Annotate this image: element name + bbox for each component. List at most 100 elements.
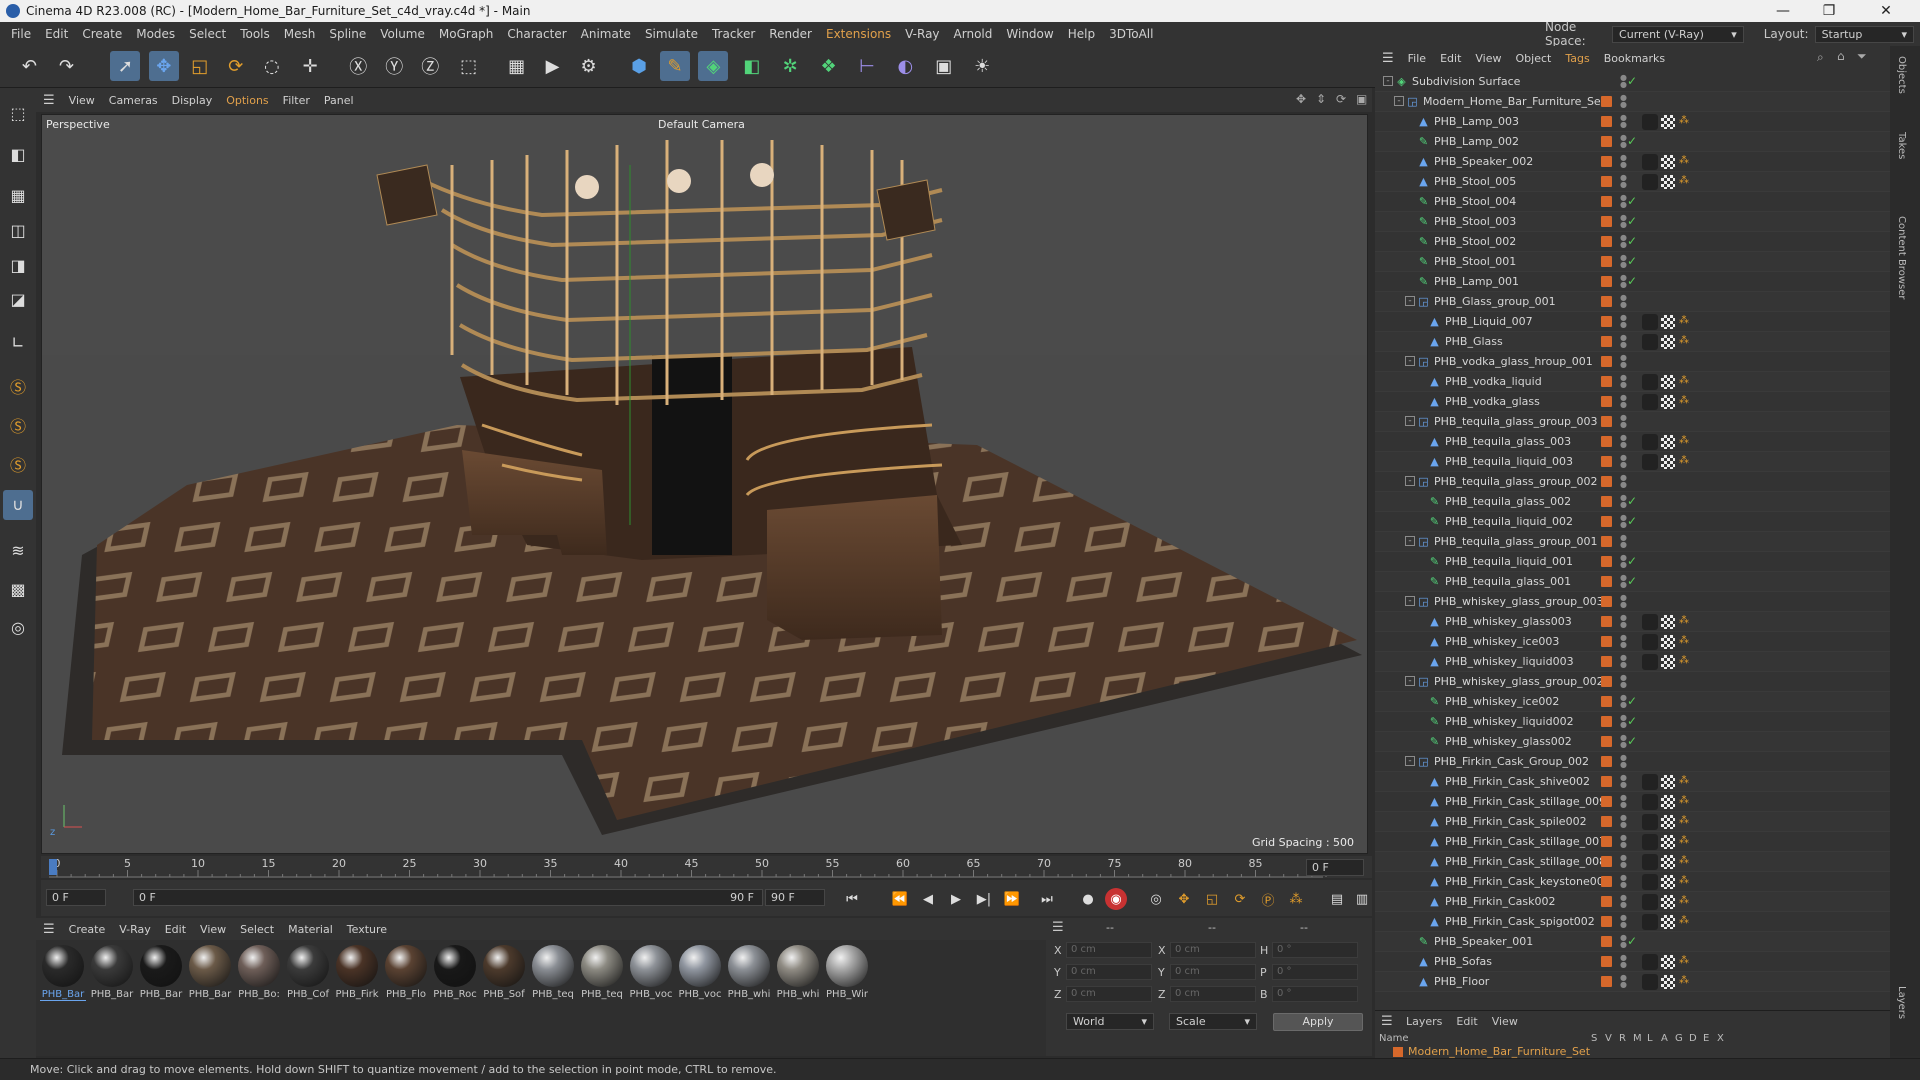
material-menu-edit[interactable]: Edit — [158, 923, 193, 936]
object-row[interactable]: ▲ PHB_Firkin_Cask_stillage_009 ● ● ⁂ — [1375, 792, 1890, 812]
select-icon[interactable]: ➚ — [110, 51, 141, 81]
layer-color-swatch[interactable] — [1601, 436, 1612, 447]
material-tag-icon[interactable] — [1642, 394, 1658, 410]
menu-window[interactable]: Window — [999, 27, 1060, 41]
menu-arnold[interactable]: Arnold — [947, 27, 1000, 41]
viewport-menu-options[interactable]: Options — [219, 94, 275, 107]
vray-tag-icon[interactable]: ⁂ — [1679, 335, 1691, 347]
om-menu-object[interactable]: Object — [1509, 52, 1559, 65]
coord-value-field[interactable]: 0 cm — [1066, 942, 1152, 958]
layer-color-swatch[interactable] — [1601, 396, 1612, 407]
object-row[interactable]: ▲ PHB_Floor ● ● ⁂ — [1375, 972, 1890, 992]
visibility-dots[interactable]: ● ● — [1620, 574, 1627, 589]
object-row[interactable]: ▲ PHB_Speaker_002 ● ● ⁂ — [1375, 152, 1890, 172]
layer-color-swatch[interactable] — [1601, 716, 1612, 727]
material-tag-icon[interactable] — [1642, 774, 1658, 790]
texture-tag-icon[interactable] — [1661, 855, 1675, 869]
visibility-dots[interactable]: ● ● — [1620, 854, 1627, 869]
visibility-dots[interactable]: ● ● — [1620, 934, 1627, 949]
enabled-check-icon[interactable]: ✓ — [1627, 734, 1637, 748]
object-row[interactable]: ▲ PHB_whiskey_glass003 ● ● ⁂ — [1375, 612, 1890, 632]
layer-color-swatch[interactable] — [1601, 536, 1612, 547]
visibility-dots[interactable]: ● ● — [1620, 74, 1627, 89]
object-row[interactable]: - ◲ PHB_Glass_group_001 ● ● — [1375, 292, 1890, 312]
layer-color-swatch[interactable] — [1601, 916, 1612, 927]
menu-3dtoall[interactable]: 3DToAll — [1102, 27, 1160, 41]
enabled-check-icon[interactable]: ✓ — [1627, 254, 1637, 268]
object-row[interactable]: ✎ PHB_Speaker_001 ● ● ✓ — [1375, 932, 1890, 952]
visibility-dots[interactable]: ● ● — [1620, 594, 1627, 609]
visibility-dots[interactable]: ● ● — [1620, 954, 1627, 969]
visibility-dots[interactable]: ● ● — [1620, 674, 1627, 689]
material-swatch[interactable]: PHB_Sof — [481, 943, 527, 1007]
layer-col-s[interactable]: S — [1591, 1033, 1597, 1044]
key-rotation-icon[interactable]: ⟳ — [1229, 888, 1251, 910]
object-row[interactable]: ▲ PHB_tequila_liquid_003 ● ● ⁂ — [1375, 452, 1890, 472]
layer-color-swatch[interactable] — [1601, 96, 1612, 107]
object-row[interactable]: ✎ PHB_whiskey_ice002 ● ● ✓ — [1375, 692, 1890, 712]
layer-color-swatch[interactable] — [1601, 756, 1612, 767]
hamburger-icon[interactable]: ☰ — [1375, 51, 1401, 66]
menu-render[interactable]: Render — [762, 27, 819, 41]
cube-mode-icon[interactable]: ◧ — [3, 140, 33, 170]
visibility-dots[interactable]: ● ● — [1620, 474, 1627, 489]
om-menu-view[interactable]: View — [1468, 52, 1508, 65]
coord-scale-dropdown[interactable]: Scale ▾ — [1169, 1013, 1257, 1030]
layer-color-swatch[interactable] — [1601, 296, 1612, 307]
om-menu-tags[interactable]: Tags — [1558, 52, 1596, 65]
vray-tag-icon[interactable]: ⁂ — [1679, 835, 1691, 847]
material-tag-icon[interactable] — [1642, 914, 1658, 930]
menu-help[interactable]: Help — [1061, 27, 1102, 41]
layer-col-r[interactable]: R — [1619, 1033, 1626, 1044]
axis-mode-icon[interactable]: ∟ — [3, 328, 33, 358]
material-menu-select[interactable]: Select — [233, 923, 281, 936]
object-row[interactable]: ✎ PHB_Lamp_001 ● ● ✓ — [1375, 272, 1890, 292]
visibility-dots[interactable]: ● ● — [1620, 914, 1627, 929]
layer-color-swatch[interactable] — [1601, 956, 1612, 967]
object-row[interactable]: ✎ PHB_whiskey_glass002 ● ● ✓ — [1375, 732, 1890, 752]
visibility-dots[interactable]: ● ● — [1620, 154, 1627, 169]
layer-color-swatch[interactable] — [1601, 116, 1612, 127]
layer-col-v[interactable]: V — [1605, 1033, 1612, 1044]
visibility-dots[interactable]: ● ● — [1620, 214, 1627, 229]
timeline-ruler[interactable]: 051015202530354045505560657075808590 0 F — [41, 856, 1372, 878]
material-swatch[interactable]: PHB_teq — [579, 943, 625, 1007]
frame-range-slider[interactable]: 0 F 90 F — [133, 889, 763, 906]
material-tag-icon[interactable] — [1642, 314, 1658, 330]
texture-tag-icon[interactable] — [1661, 335, 1675, 349]
layer-color-swatch[interactable] — [1601, 616, 1612, 627]
layer-color-swatch[interactable] — [1601, 976, 1612, 987]
visibility-dots[interactable]: ● ● — [1620, 534, 1627, 549]
texture-tag-icon[interactable] — [1661, 775, 1675, 789]
enabled-check-icon[interactable]: ✓ — [1627, 234, 1637, 248]
visibility-dots[interactable]: ● ● — [1620, 234, 1627, 249]
visibility-dots[interactable]: ● ● — [1620, 654, 1627, 669]
menu-animate[interactable]: Animate — [574, 27, 638, 41]
object-row[interactable]: ▲ PHB_Firkin_Cask_spile002 ● ● ⁂ — [1375, 812, 1890, 832]
visibility-dots[interactable]: ● ● — [1620, 254, 1627, 269]
layer-color-swatch[interactable] — [1601, 496, 1612, 507]
menu-edit[interactable]: Edit — [38, 27, 75, 41]
object-row[interactable]: ✎ PHB_Stool_002 ● ● ✓ — [1375, 232, 1890, 252]
layer-color-swatch[interactable] — [1601, 156, 1612, 167]
coord-value-field[interactable]: 0 cm — [1170, 942, 1256, 958]
visibility-dots[interactable]: ● ● — [1620, 774, 1627, 789]
mograph-cloner-icon[interactable]: ✲ — [775, 51, 805, 81]
layer-color-swatch[interactable] — [1601, 276, 1612, 287]
material-tag-icon[interactable] — [1642, 614, 1658, 630]
object-row[interactable]: ✎ PHB_tequila_glass_001 ● ● ✓ — [1375, 572, 1890, 592]
texture-tag-icon[interactable] — [1661, 655, 1675, 669]
om-menu-bookmarks[interactable]: Bookmarks — [1597, 52, 1672, 65]
deformer-icon[interactable]: ❖ — [814, 51, 844, 81]
coord-world-dropdown[interactable]: World ▾ — [1066, 1013, 1154, 1030]
visibility-dots[interactable]: ● ● — [1620, 314, 1627, 329]
layer-color-swatch[interactable] — [1601, 696, 1612, 707]
polygon-mode-icon[interactable]: ◨ — [3, 250, 33, 280]
layer-color-swatch[interactable] — [1601, 776, 1612, 787]
layer-color-swatch[interactable] — [1601, 856, 1612, 867]
layer-color-swatch[interactable] — [1601, 936, 1612, 947]
menu-file[interactable]: File — [4, 27, 38, 41]
key-position-icon[interactable]: ✥ — [1173, 888, 1195, 910]
tree-expander[interactable]: - — [1405, 356, 1415, 366]
layer-color-swatch[interactable] — [1601, 896, 1612, 907]
